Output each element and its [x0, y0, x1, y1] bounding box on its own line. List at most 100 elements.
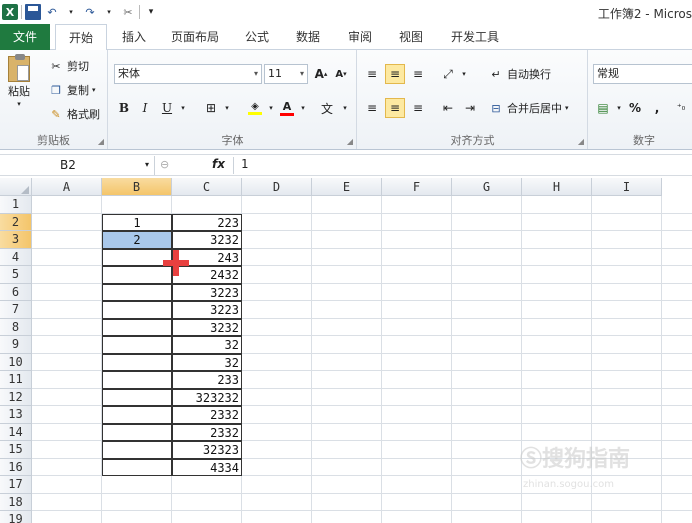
- chevron-down-icon[interactable]: ▾: [175, 100, 191, 116]
- redo-icon[interactable]: ↷: [82, 4, 98, 20]
- row-header-2[interactable]: 2: [0, 213, 32, 231]
- dialog-launcher-icon[interactable]: ◢: [347, 137, 353, 146]
- increase-decimal-button[interactable]: ⁺₀: [671, 98, 691, 118]
- align-center-button[interactable]: ≡: [385, 98, 405, 118]
- column-header-d[interactable]: D: [242, 178, 312, 196]
- cell-c10[interactable]: 32: [172, 353, 242, 371]
- select-all-corner[interactable]: [0, 178, 32, 196]
- tab-formulas[interactable]: 公式: [238, 24, 276, 50]
- cell-b10[interactable]: [102, 353, 172, 371]
- accounting-format-button[interactable]: ▤: [593, 98, 613, 118]
- chevron-down-icon[interactable]: ▾: [456, 66, 472, 82]
- column-header-c[interactable]: C: [172, 178, 242, 196]
- cell-c11[interactable]: 233: [172, 371, 242, 389]
- cell-c8[interactable]: 3232: [172, 318, 242, 336]
- tab-data[interactable]: 数据: [288, 24, 328, 50]
- shrink-font-button[interactable]: A ▾: [331, 64, 351, 84]
- column-header-e[interactable]: E: [312, 178, 382, 196]
- row-header-11[interactable]: 11: [0, 371, 32, 389]
- grow-font-button[interactable]: A ▴: [311, 64, 331, 84]
- border-button[interactable]: ⊞: [201, 98, 221, 118]
- align-bottom-button[interactable]: ≡: [408, 64, 428, 84]
- chevron-down-icon[interactable]: ▾: [145, 160, 149, 169]
- cell-b8[interactable]: [102, 318, 172, 336]
- row-header-12[interactable]: 12: [0, 388, 32, 406]
- row-header-8[interactable]: 8: [0, 318, 32, 336]
- dropdown-arrow-icon[interactable]: ▾: [63, 4, 79, 20]
- tab-view[interactable]: 视图: [391, 24, 431, 50]
- cell-c12[interactable]: 323232: [172, 388, 242, 406]
- row-header-5[interactable]: 5: [0, 266, 32, 284]
- format-painter-button[interactable]: ✎ 格式刷: [48, 106, 100, 122]
- tab-page-layout[interactable]: 页面布局: [165, 24, 225, 50]
- row-header-4[interactable]: 4: [0, 248, 32, 266]
- cell-b9[interactable]: [102, 336, 172, 354]
- row-header-3[interactable]: 3: [0, 231, 32, 249]
- tab-file[interactable]: 文件: [0, 24, 50, 50]
- orientation-button[interactable]: ⤢: [438, 64, 458, 84]
- comma-button[interactable]: ,: [647, 98, 667, 118]
- font-color-button[interactable]: A: [277, 98, 297, 118]
- align-left-button[interactable]: ≡: [362, 98, 382, 118]
- cell-b11[interactable]: [102, 371, 172, 389]
- column-header-h[interactable]: H: [522, 178, 592, 196]
- insert-function-button[interactable]: fx: [212, 157, 225, 171]
- align-middle-button[interactable]: ≡: [385, 64, 405, 84]
- font-name-select[interactable]: 宋体 ▾: [114, 64, 262, 84]
- row-header-6[interactable]: 6: [0, 283, 32, 301]
- chevron-down-icon[interactable]: ▾: [219, 100, 235, 116]
- row-header-13[interactable]: 13: [0, 406, 32, 424]
- tab-developer[interactable]: 开发工具: [445, 24, 505, 50]
- column-header-a[interactable]: A: [32, 178, 102, 196]
- customize-icon[interactable]: ✂: [120, 4, 136, 20]
- increase-indent-button[interactable]: ⇥: [460, 98, 480, 118]
- cell-c13[interactable]: 2332: [172, 406, 242, 424]
- row-header-19[interactable]: 19: [0, 511, 32, 523]
- decrease-indent-button[interactable]: ⇤: [438, 98, 458, 118]
- cell-b13[interactable]: [102, 406, 172, 424]
- undo-icon[interactable]: ↶: [44, 4, 60, 20]
- cell-b3[interactable]: 2: [102, 231, 172, 249]
- font-size-select[interactable]: 11 ▾: [264, 64, 308, 84]
- cut-button[interactable]: ✂ 剪切: [48, 58, 89, 74]
- row-header-1[interactable]: 1: [0, 196, 32, 214]
- cell-b2[interactable]: 1: [102, 213, 172, 231]
- cell-b14[interactable]: [102, 423, 172, 441]
- row-header-16[interactable]: 16: [0, 458, 32, 476]
- column-header-i[interactable]: I: [592, 178, 662, 196]
- bold-button[interactable]: B: [114, 98, 134, 118]
- dialog-launcher-icon[interactable]: ◢: [578, 137, 584, 146]
- cell-b7[interactable]: [102, 301, 172, 319]
- row-header-9[interactable]: 9: [0, 336, 32, 354]
- name-box[interactable]: B2: [0, 156, 155, 175]
- fill-color-button[interactable]: ◈: [245, 98, 265, 118]
- formula-input[interactable]: 1: [241, 157, 248, 171]
- cell-c16[interactable]: 4334: [172, 458, 242, 476]
- qat-menu-icon[interactable]: ▾: [143, 4, 159, 20]
- paste-button[interactable]: 粘贴 ▾: [8, 54, 30, 108]
- column-header-g[interactable]: G: [452, 178, 522, 196]
- cell-c15[interactable]: 32323: [172, 441, 242, 459]
- dialog-launcher-icon[interactable]: ◢: [98, 137, 104, 146]
- row-header-10[interactable]: 10: [0, 353, 32, 371]
- tab-review[interactable]: 审阅: [340, 24, 380, 50]
- cell-c9[interactable]: 32: [172, 336, 242, 354]
- cell-b12[interactable]: [102, 388, 172, 406]
- underline-button[interactable]: U: [157, 98, 177, 118]
- cancel-icon[interactable]: ⊖: [160, 158, 169, 171]
- align-top-button[interactable]: ≡: [362, 64, 382, 84]
- spreadsheet-grid[interactable]: ABCDEFGHI 1 2 3 4 5 6 7 8 9 10 11 12 13 14 15 16 17 18 19 …: [0, 178, 692, 523]
- merge-center-button[interactable]: ⊟ 合并后居中 ▾: [488, 100, 568, 116]
- column-header-b[interactable]: B: [102, 178, 172, 196]
- dropdown-arrow-icon[interactable]: ▾: [101, 4, 117, 20]
- row-header-15[interactable]: 15: [0, 441, 32, 459]
- tab-insert[interactable]: 插入: [115, 24, 153, 50]
- cell-c2[interactable]: 223: [172, 213, 242, 231]
- cell-b15[interactable]: [102, 441, 172, 459]
- row-header-7[interactable]: 7: [0, 301, 32, 319]
- cell-c14[interactable]: 2332: [172, 423, 242, 441]
- align-right-button[interactable]: ≡: [408, 98, 428, 118]
- percent-button[interactable]: %: [625, 98, 645, 118]
- phonetic-button[interactable]: 文: [317, 98, 337, 118]
- italic-button[interactable]: I: [135, 98, 155, 118]
